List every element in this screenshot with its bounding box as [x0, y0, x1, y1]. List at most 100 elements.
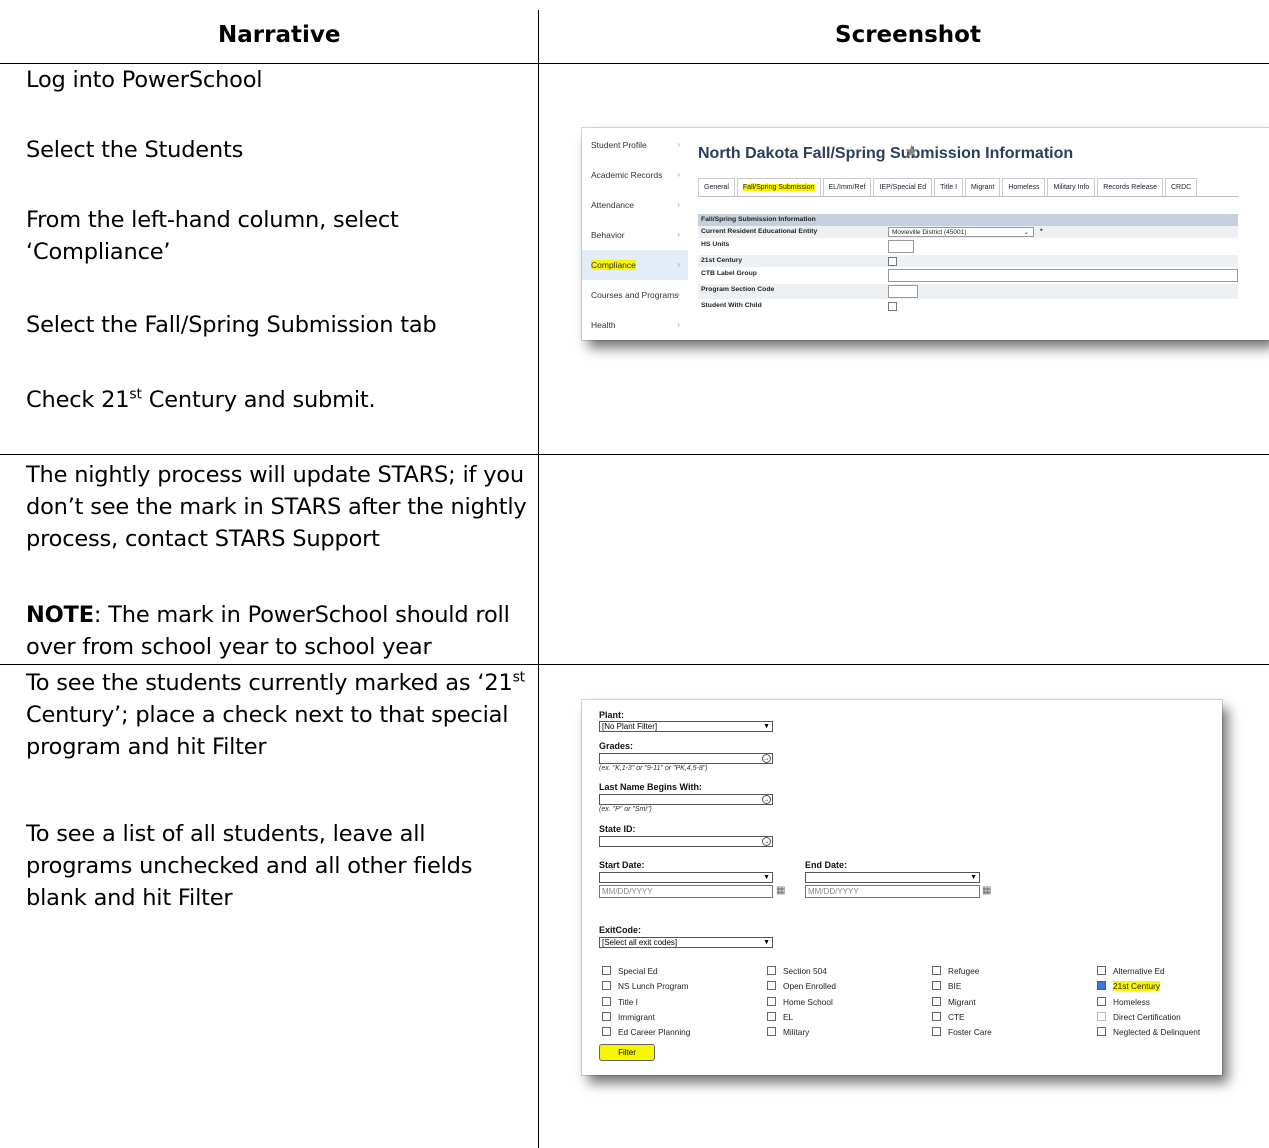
narrative-row2-note: NOTE: The mark in PowerSchool should rol… — [26, 602, 510, 660]
go-arrow-icon[interactable]: → — [762, 754, 771, 763]
sidebar-item-academic-records[interactable]: Academic Records › — [582, 160, 688, 190]
sidebar-item-compliance[interactable]: Compliance › — [582, 250, 688, 280]
checkbox-icon — [1097, 966, 1106, 975]
program-checkbox-direct-certification[interactable]: Direct Certification — [1097, 1012, 1181, 1022]
tab-crdc[interactable]: CRDC — [1164, 178, 1198, 196]
calendar-icon[interactable]: ▦ — [776, 885, 785, 896]
narrative-row1-step4: Select the Fall/Spring Submission tab — [26, 312, 437, 338]
filter-button[interactable]: Filter — [599, 1044, 655, 1061]
tab-bar: General Fall/Spring Submission EL/Imm/Re… — [698, 178, 1238, 197]
narrative-row1-step3: From the left-hand column, select ‘Compl… — [26, 207, 399, 265]
hs-units-input[interactable] — [888, 240, 914, 253]
chevron-down-icon: ▼ — [763, 939, 770, 946]
sidebar-item-health[interactable]: Health › — [582, 310, 688, 340]
narrative-row3-p2: To see a list of all students, leave all… — [26, 821, 473, 911]
program-checkbox-section-504[interactable]: Section 504 — [767, 966, 827, 976]
sidebar: Student Profile › Academic Records › Atten… — [582, 128, 688, 340]
exit-code-select[interactable]: [Select all exit codes] ▼ — [599, 937, 773, 948]
program-checkbox-ed-career-planning[interactable]: Ed Career Planning — [602, 1027, 690, 1037]
checkbox-icon — [1097, 997, 1106, 1006]
program-checkbox-foster-care[interactable]: Foster Care — [932, 1027, 992, 1037]
program-checkbox-immigrant[interactable]: Immigrant — [602, 1012, 655, 1022]
end-date-select[interactable]: ▼ — [805, 872, 980, 883]
tab-general[interactable]: General — [698, 178, 735, 196]
sidebar-item-behavior[interactable]: Behavior › — [582, 220, 688, 250]
chevron-right-icon: › — [677, 230, 680, 239]
program-checkbox-alternative-ed[interactable]: Alternative Ed — [1097, 966, 1165, 976]
state-id-input[interactable]: → — [599, 836, 773, 847]
screenshot-filter: Plant: [No Plant Filter] ▼ Grades: → (ex.… — [582, 700, 1222, 1075]
21st-century-checkbox[interactable] — [888, 257, 897, 266]
tab-el-imm-ref[interactable]: EL/Imm/Ref — [822, 178, 872, 196]
favorite-star-icon[interactable]: ★ — [904, 142, 919, 162]
tab-fall-spring-submission[interactable]: Fall/Spring Submission — [736, 178, 821, 196]
exit-code-label: ExitCode: — [599, 925, 642, 935]
tab-homeless[interactable]: Homeless — [1002, 178, 1046, 196]
checkbox-icon — [1097, 1012, 1106, 1021]
end-date-input[interactable]: MM/DD/YYYY — [805, 885, 980, 898]
grades-input[interactable]: → — [599, 753, 773, 764]
program-checkbox-military[interactable]: Military — [767, 1027, 809, 1037]
program-checkbox-21st-century[interactable]: 21st Century — [1097, 981, 1161, 991]
program-checkbox-ns-lunch-program[interactable]: NS Lunch Program — [602, 981, 689, 991]
form-row: CTB Label Group — [698, 268, 1238, 284]
chevron-right-icon: › — [677, 200, 680, 209]
tab-iep-special-ed[interactable]: IEP/Special Ed — [873, 178, 933, 196]
checkbox-icon — [1097, 1027, 1106, 1036]
start-date-select[interactable]: ▼ — [599, 872, 773, 883]
form-row: HS Units — [698, 239, 1238, 255]
checkbox-icon — [932, 1027, 941, 1036]
chevron-down-icon: ⌄ — [1023, 229, 1029, 236]
sidebar-item-courses-and-programs[interactable]: Courses and Programs › — [582, 280, 688, 310]
screenshot-compliance: Student Profile › Academic Records › Atten… — [582, 128, 1269, 340]
required-mark: * — [1040, 228, 1043, 235]
checkbox-icon — [767, 1012, 776, 1021]
header-narrative: Narrative — [218, 22, 341, 48]
program-checkbox-cte[interactable]: CTE — [932, 1012, 965, 1022]
checkbox-icon — [767, 966, 776, 975]
tab-migrant[interactable]: Migrant — [965, 178, 1001, 196]
sidebar-item-attendance[interactable]: Attendance › — [582, 190, 688, 220]
sidebar-item-student-profile[interactable]: Student Profile › — [582, 130, 688, 160]
go-arrow-icon[interactable]: → — [762, 837, 771, 846]
ctb-label-group-input[interactable] — [888, 269, 1238, 282]
calendar-icon[interactable]: ▦ — [982, 885, 991, 896]
last-name-input[interactable]: → — [599, 794, 773, 805]
tab-military-info[interactable]: Military Info — [1047, 178, 1096, 196]
document-table: Narrative Screenshot Log into PowerSchoo… — [0, 0, 1269, 1148]
program-checkbox-title-i[interactable]: Title I — [602, 997, 638, 1007]
narrative-row1-step2: Select the Students — [26, 137, 244, 163]
start-date-input[interactable]: MM/DD/YYYY — [599, 885, 773, 898]
tab-title-i[interactable]: Title I — [934, 178, 964, 196]
program-checkbox-el[interactable]: EL — [767, 1012, 793, 1022]
plant-select[interactable]: [No Plant Filter] ▼ — [599, 721, 773, 732]
checkbox-icon — [767, 997, 776, 1006]
program-section-code-input[interactable] — [888, 285, 918, 298]
tab-records-release[interactable]: Records Release — [1097, 178, 1163, 196]
program-checkbox-homeless[interactable]: Homeless — [1097, 997, 1150, 1007]
narrative-row1-step5: Check 21st Century and submit. — [26, 386, 376, 413]
entity-select[interactable]: Movieville District (45001) ⌄ — [888, 227, 1034, 237]
program-checkbox-neglected-delinquent[interactable]: Neglected & Delinquent — [1097, 1027, 1200, 1037]
program-checkbox-home-school[interactable]: Home School — [767, 997, 833, 1007]
program-checkbox-refugee[interactable]: Refugee — [932, 966, 979, 976]
chevron-right-icon: › — [677, 170, 680, 179]
program-checkbox-special-ed[interactable]: Special Ed — [602, 966, 658, 976]
chevron-right-icon: › — [677, 140, 680, 149]
start-date-label: Start Date: — [599, 860, 645, 870]
chevron-down-icon: ▼ — [763, 723, 770, 730]
checkbox-icon — [602, 1012, 611, 1021]
chevron-right-icon: › — [677, 290, 680, 299]
column-divider — [538, 10, 539, 1148]
student-with-child-checkbox[interactable] — [888, 302, 897, 311]
program-checkbox-open-enrolled[interactable]: Open Enrolled — [767, 981, 836, 991]
chevron-down-icon: ▼ — [970, 874, 977, 881]
row-divider-1 — [0, 454, 1269, 455]
last-name-hint: (ex. "P" or "Smi") — [599, 806, 652, 813]
program-checkbox-bie[interactable]: BIE — [932, 981, 961, 991]
last-name-label: Last Name Begins With: — [599, 782, 702, 792]
program-checkbox-migrant[interactable]: Migrant — [932, 997, 976, 1007]
go-arrow-icon[interactable]: → — [762, 795, 771, 804]
grades-hint: (ex. "K,1-3" or "9-11" or "PK,4,5-8") — [599, 765, 708, 772]
form-row: Student With Child — [698, 300, 1238, 313]
